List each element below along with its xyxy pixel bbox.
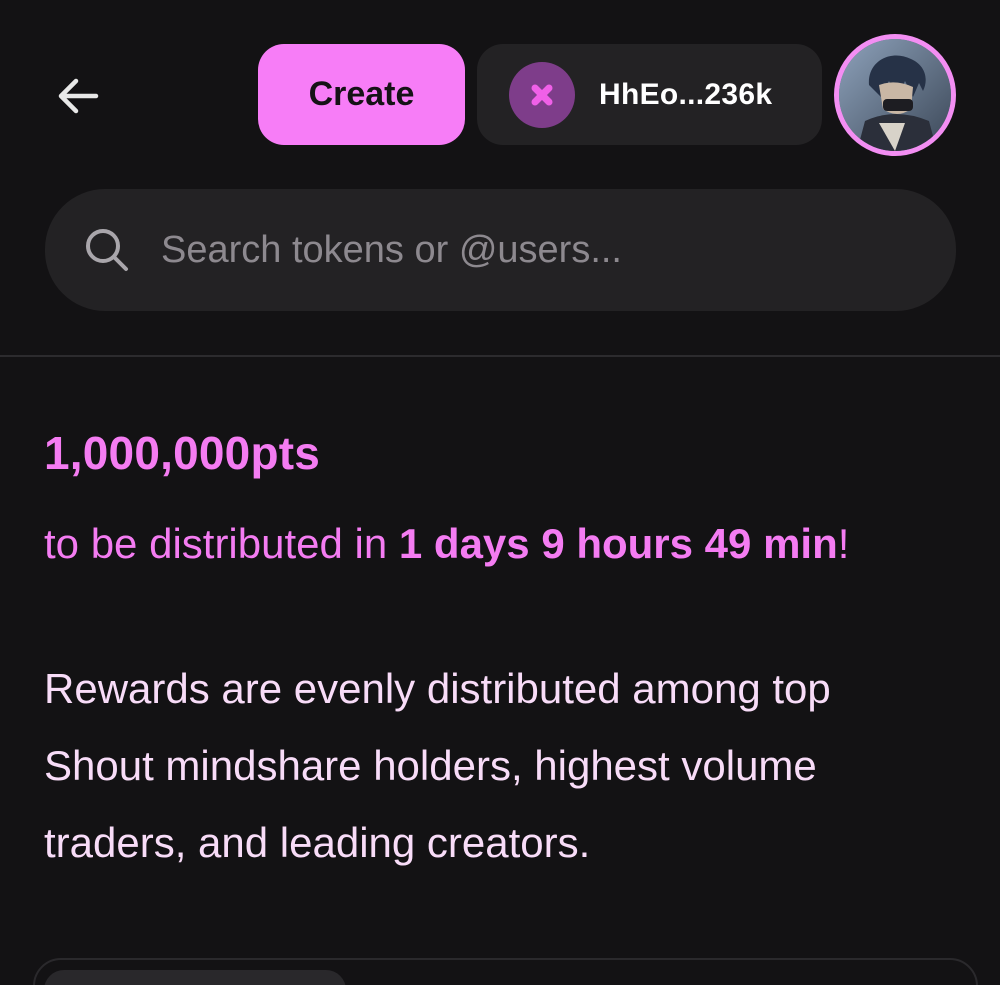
close-x-icon: [509, 61, 575, 128]
wallet-button[interactable]: HhEo...236k: [477, 44, 822, 145]
create-button[interactable]: Create: [258, 44, 465, 145]
header-divider: [0, 355, 1000, 357]
wallet-address: HhEo...236k: [599, 77, 773, 111]
page: Create HhEo...236k Search tokens or @use…: [0, 0, 1000, 985]
rewards-description: Rewards are evenly distributed among top…: [44, 665, 831, 866]
search-bar[interactable]: [45, 189, 956, 311]
countdown-timer: 1 days 9 hours 49 min: [398, 520, 838, 567]
search-icon: [86, 229, 128, 271]
distribution-suffix: !: [837, 520, 850, 567]
user-avatar[interactable]: [834, 34, 956, 156]
back-button[interactable]: [48, 66, 108, 126]
arrow-left-icon: [58, 78, 99, 114]
distribution-text: to be distributed in 1 days 9 hours 49 m…: [44, 505, 944, 583]
search-input[interactable]: [161, 220, 956, 280]
create-button-label: Create: [308, 75, 415, 113]
leaderboard-tab[interactable]: [44, 970, 346, 985]
reward-points: 1,000,000pts: [44, 427, 321, 479]
distribution-prefix: to be distributed in: [44, 520, 399, 567]
